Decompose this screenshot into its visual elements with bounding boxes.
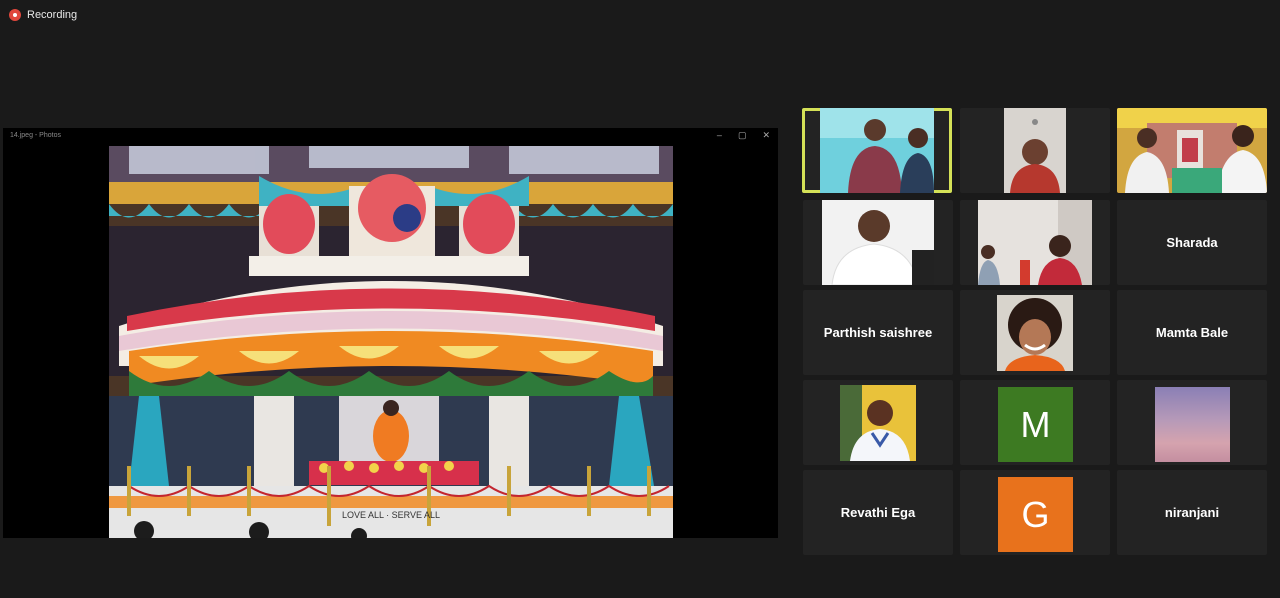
photo-caption: LOVE ALL · SERVE ALL (342, 510, 440, 520)
participant-tile[interactable] (960, 200, 1110, 285)
participant-tile[interactable]: Revathi Ega (803, 470, 953, 555)
participant-video (978, 200, 1092, 285)
participant-tile[interactable]: G (960, 470, 1110, 555)
participant-tile[interactable] (960, 108, 1110, 193)
participant-video (1117, 108, 1267, 193)
participant-name: Mamta Bale (1155, 325, 1229, 340)
participant-tile[interactable]: Parthish saishree (803, 290, 953, 375)
participant-tile[interactable] (803, 380, 953, 465)
participant-name: Parthish saishree (823, 325, 933, 340)
participant-tile[interactable] (803, 200, 953, 285)
participant-tile[interactable]: Sharada (1117, 200, 1267, 285)
recording-indicator: Recording (9, 9, 77, 21)
participant-tile[interactable]: Mamta Bale (1117, 290, 1267, 375)
participant-name: niranjani (1164, 505, 1220, 520)
shared-screen: 14.jpeg - Photos – ▢ ✕ LOVE ALL · SERVE … (3, 128, 778, 538)
participant-avatar: M (998, 387, 1073, 462)
minimize-icon: – (716, 130, 722, 140)
recording-label: Recording (27, 9, 78, 21)
shared-window-title: 14.jpeg - Photos (10, 132, 61, 139)
participant-name: Revathi Ega (840, 505, 916, 520)
participant-video (997, 295, 1073, 371)
participant-tile[interactable] (1117, 380, 1267, 465)
record-icon (9, 9, 21, 21)
participant-video (820, 108, 934, 193)
shared-photo: LOVE ALL · SERVE ALL (109, 146, 673, 538)
shared-window-controls: – ▢ ✕ (717, 130, 770, 141)
participant-name: Sharada (1166, 235, 1218, 250)
maximize-icon: ▢ (737, 130, 747, 140)
participant-tile[interactable] (1117, 108, 1267, 193)
participant-avatar: G (998, 477, 1073, 552)
participant-tile[interactable] (960, 290, 1110, 375)
participant-video (840, 385, 916, 461)
participant-tile[interactable]: niranjani (1117, 470, 1267, 555)
participant-avatar-image (1155, 387, 1230, 462)
participant-tile[interactable] (802, 108, 952, 193)
close-icon: ✕ (762, 130, 770, 140)
participant-video (1004, 108, 1066, 193)
participant-video (822, 200, 934, 285)
participant-tile[interactable]: M (960, 380, 1110, 465)
